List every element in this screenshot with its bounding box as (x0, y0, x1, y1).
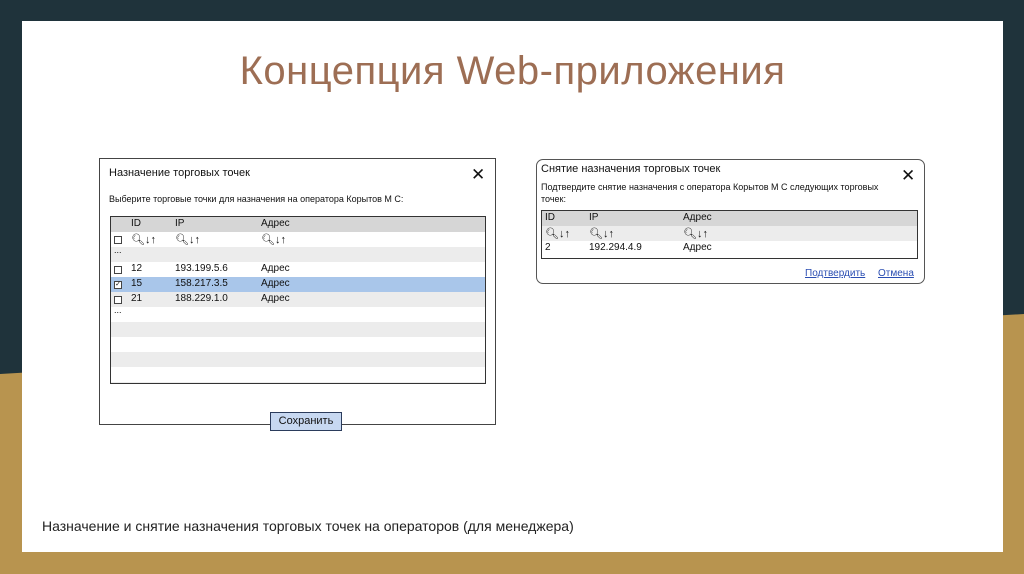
assign-dialog-subtitle: Выберите торговые точки для назначения н… (109, 194, 404, 204)
empty-row (111, 382, 485, 383)
search-sort-icon[interactable]: 🔍︎↓↑ (683, 227, 708, 240)
search-sort-icon[interactable]: 🔍︎↓↑ (131, 233, 156, 246)
cell-id: 15 (131, 278, 143, 289)
table-row[interactable]: 2 192.294.4.9 Адрес (542, 241, 917, 256)
row-checkbox[interactable] (114, 266, 122, 274)
table-row[interactable]: 12 193.199.5.6 Адрес (111, 262, 485, 277)
column-header-address[interactable]: Адрес (683, 212, 712, 223)
unassign-dialog-subtitle: Подтвердите снятие назначения с оператор… (541, 182, 879, 204)
unassign-dialog: Снятие назначения торговых точек ✕ Подтв… (536, 159, 925, 284)
cell-address: Адрес (261, 263, 290, 274)
column-header-address[interactable]: Адрес (261, 218, 290, 229)
cell-address: Адрес (261, 278, 290, 289)
empty-row (111, 322, 485, 337)
column-header-id[interactable]: ID (131, 218, 141, 229)
list-item-ellipsis: ... (111, 305, 485, 322)
ellipsis: ... (114, 305, 122, 315)
unassign-dialog-title: Снятие назначения торговых точек (541, 163, 721, 175)
cell-ip: 188.229.1.0 (175, 293, 228, 304)
unassign-points-table: ID IP Адрес 🔍︎↓↑ 🔍︎↓↑ 🔍︎↓↑ 2 192.294.4.9… (541, 210, 918, 259)
cell-ip: 193.199.5.6 (175, 263, 228, 274)
search-sort-icon[interactable]: 🔍︎↓↑ (175, 233, 200, 246)
search-sort-icon[interactable]: 🔍︎↓↑ (589, 227, 614, 240)
assign-dialog: Назначение торговых точек ✕ Выберите тор… (99, 158, 496, 431)
cell-id: 21 (131, 293, 143, 304)
cell-address: Адрес (261, 293, 290, 304)
table-header-row: ID IP Адрес (542, 211, 917, 226)
row-checkbox-checked[interactable]: ✓ (114, 281, 122, 289)
cell-id: 12 (131, 263, 143, 274)
column-header-ip[interactable]: IP (589, 212, 598, 223)
column-header-id[interactable]: ID (545, 212, 555, 223)
close-icon[interactable]: ✕ (471, 166, 485, 183)
cell-address: Адрес (683, 242, 712, 253)
cell-ip: 158.217.3.5 (175, 278, 228, 289)
filter-row: 🔍︎↓↑ 🔍︎↓↑ 🔍︎↓↑ (111, 232, 485, 247)
empty-row (111, 352, 485, 367)
search-sort-icon[interactable]: 🔍︎↓↑ (261, 233, 286, 246)
row-checkbox[interactable] (114, 296, 122, 304)
empty-row (111, 367, 485, 382)
assign-points-table: ID IP Адрес 🔍︎↓↑ 🔍︎↓↑ 🔍︎↓↑ ... 12 193.19… (110, 216, 486, 384)
cell-ip: 192.294.4.9 (589, 242, 642, 253)
column-header-ip[interactable]: IP (175, 218, 184, 229)
table-header-row: ID IP Адрес (111, 217, 485, 232)
slide: Концепция Web-приложения Назначение торг… (22, 21, 1003, 552)
select-all-checkbox[interactable] (114, 236, 122, 244)
table-row[interactable]: 21 188.229.1.0 Адрес (111, 292, 485, 307)
close-icon[interactable]: ✕ (901, 167, 915, 184)
assign-dialog-title: Назначение торговых точек (109, 167, 250, 179)
cancel-link[interactable]: Отмена (878, 268, 914, 279)
save-button[interactable]: Сохранить (270, 412, 342, 431)
cell-id: 2 (545, 242, 551, 253)
confirm-link[interactable]: Подтвердить (805, 268, 865, 279)
slide-title: Концепция Web-приложения (239, 49, 786, 93)
empty-row (111, 337, 485, 352)
slide-caption: Назначение и снятие назначения торговых … (42, 518, 574, 534)
ellipsis: ... (114, 245, 122, 255)
list-item-ellipsis: ... (111, 245, 485, 262)
search-sort-icon[interactable]: 🔍︎↓↑ (545, 227, 570, 240)
table-row-selected[interactable]: ✓ 15 158.217.3.5 Адрес (111, 277, 485, 292)
filter-row: 🔍︎↓↑ 🔍︎↓↑ 🔍︎↓↑ (542, 226, 917, 241)
